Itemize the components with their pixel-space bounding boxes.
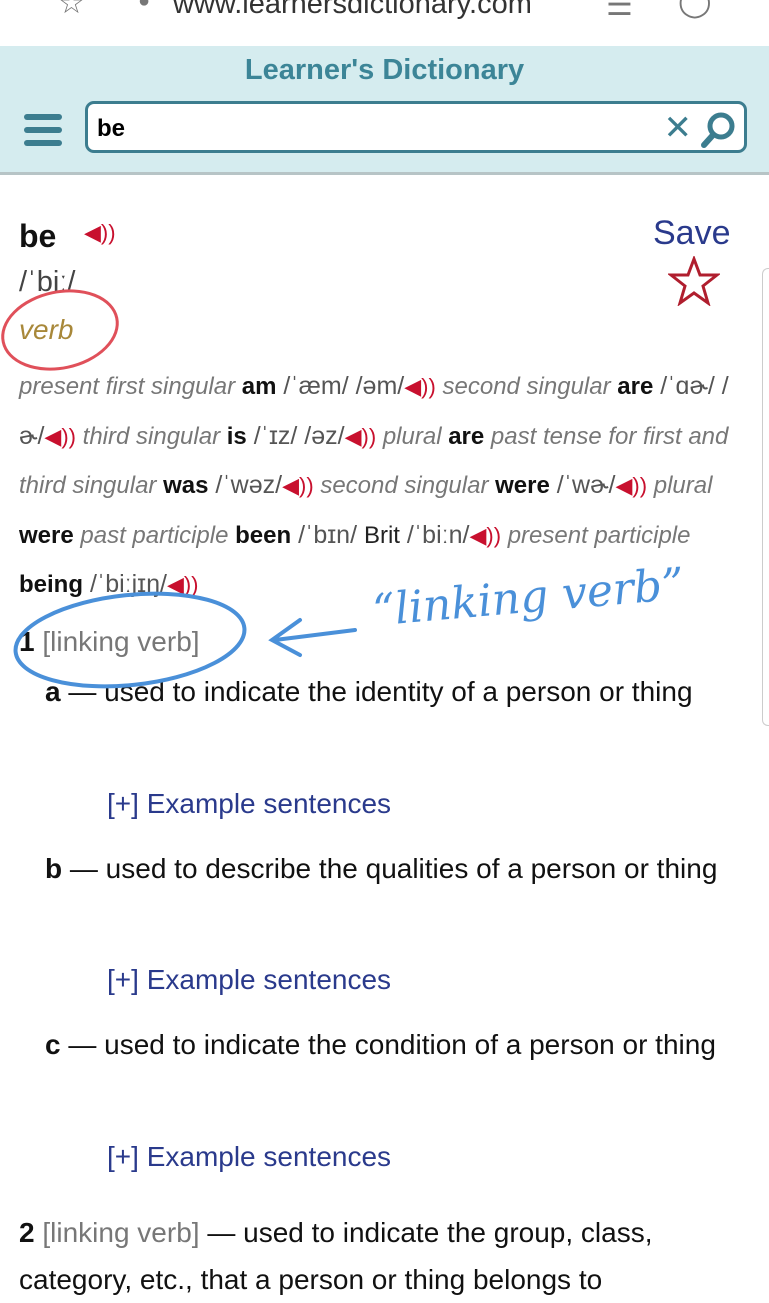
inflection-word: are xyxy=(617,373,654,400)
speaker-icon[interactable]: ◀)) xyxy=(345,412,377,462)
inflection-pr: /ˈæm/ /əm/ xyxy=(276,372,405,400)
sense-number: 2 xyxy=(19,1217,35,1248)
blue-arrow-annotation xyxy=(268,618,357,657)
reload-circle-icon[interactable]: ◯ xyxy=(678,0,712,19)
example-sentences-link[interactable]: [+] Example sentences xyxy=(107,788,391,820)
clear-icon[interactable]: ✕ xyxy=(664,108,693,148)
browser-toolbar: ☆ ● www.learnersdictionary.com ☰ ◯ xyxy=(0,0,769,46)
inflection-word: am xyxy=(241,373,277,400)
speaker-icon[interactable]: ◀)) xyxy=(167,560,199,610)
sense-letter: c xyxy=(45,1029,61,1060)
inflection-word: were xyxy=(19,521,74,549)
scrollbar[interactable] xyxy=(762,268,769,726)
inflection-label: plural xyxy=(376,422,449,450)
sense-1c: c — used to indicate the condition of a … xyxy=(45,1029,716,1060)
inflection-word: been xyxy=(235,521,292,549)
example-sentences-link[interactable]: [+] Example sentences xyxy=(107,964,391,996)
inflection-word: were xyxy=(495,472,550,499)
save-button[interactable]: Save xyxy=(653,214,731,253)
sense-1: 1 [linking verb] xyxy=(19,626,200,657)
url-bar[interactable]: www.learnersdictionary.com xyxy=(173,0,532,21)
inflection-pr: /ˈbiːjɪŋ/ xyxy=(83,570,167,598)
hamburger-menu-icon[interactable] xyxy=(24,114,62,153)
site-header: Learner's Dictionary ✕ xyxy=(0,46,769,175)
menu-lines-icon[interactable]: ☰ xyxy=(606,0,633,23)
sense-1a: a — used to indicate the identity of a p… xyxy=(45,676,693,707)
inflection-pr: /ˈbɪn/ xyxy=(291,520,364,549)
sense-letter: b xyxy=(45,853,63,884)
speaker-icon[interactable]: ◀)) xyxy=(44,412,76,462)
save-star-icon[interactable] xyxy=(666,254,722,311)
example-sentences-link[interactable]: [+] Example sentences xyxy=(107,1141,391,1173)
definition: used to indicate the identity of a perso… xyxy=(104,676,693,707)
inflection-label: second singular xyxy=(435,373,618,400)
inflection-word: being xyxy=(19,571,83,598)
inflection-pr: /ˈbiːn/ xyxy=(399,520,470,549)
site-title[interactable]: Learner's Dictionary xyxy=(0,54,769,87)
inflection-plain: Brit xyxy=(363,521,400,549)
inflection-pr: /ˈɪz/ /əz/ xyxy=(246,421,345,450)
bookmark-star-icon[interactable]: ☆ xyxy=(58,0,85,21)
inflection-word: is xyxy=(226,422,247,450)
sense-2: 2 [linking verb] — used to indicate the … xyxy=(19,1217,653,1295)
definition: used to describe the qualities of a pers… xyxy=(105,853,718,884)
inflection-word: was xyxy=(163,472,209,499)
speaker-icon[interactable]: ◀)) xyxy=(616,461,648,511)
info-icon[interactable]: ● xyxy=(138,0,150,13)
inflection-word: are xyxy=(448,422,485,450)
speaker-icon[interactable]: ◀)) xyxy=(84,220,116,246)
search-box: ✕ xyxy=(85,101,747,153)
headword: be xyxy=(19,218,57,254)
part-of-speech: verb xyxy=(19,314,74,345)
sense-number: 1 xyxy=(19,626,35,657)
inflection-label: past participle xyxy=(73,521,236,549)
inflection-pr: /ˈwɚ/ xyxy=(549,471,616,499)
sense-letter: a xyxy=(45,676,61,707)
search-input[interactable] xyxy=(95,114,639,144)
definition: used to indicate the condition of a pers… xyxy=(104,1029,716,1060)
inflection-label: present first singular xyxy=(19,373,242,400)
grammar-label: linking verb xyxy=(50,1217,192,1248)
inflection-label: present participle xyxy=(501,521,691,549)
inflection-label: second singular xyxy=(313,472,496,499)
grammar-label: linking verb xyxy=(50,626,192,657)
speaker-icon[interactable]: ◀)) xyxy=(469,511,501,561)
sense-1b: b — used to describe the qualities of a … xyxy=(45,853,718,884)
pronunciation: /ˈbiː/ xyxy=(19,266,76,298)
speaker-icon[interactable]: ◀)) xyxy=(404,362,436,412)
search-icon[interactable] xyxy=(698,110,738,155)
inflection-label: third singular xyxy=(76,422,227,450)
inflection-label: plural xyxy=(647,472,713,499)
inflection-pr: /ˈwəz/ xyxy=(208,471,283,499)
speaker-icon[interactable]: ◀)) xyxy=(282,461,314,511)
